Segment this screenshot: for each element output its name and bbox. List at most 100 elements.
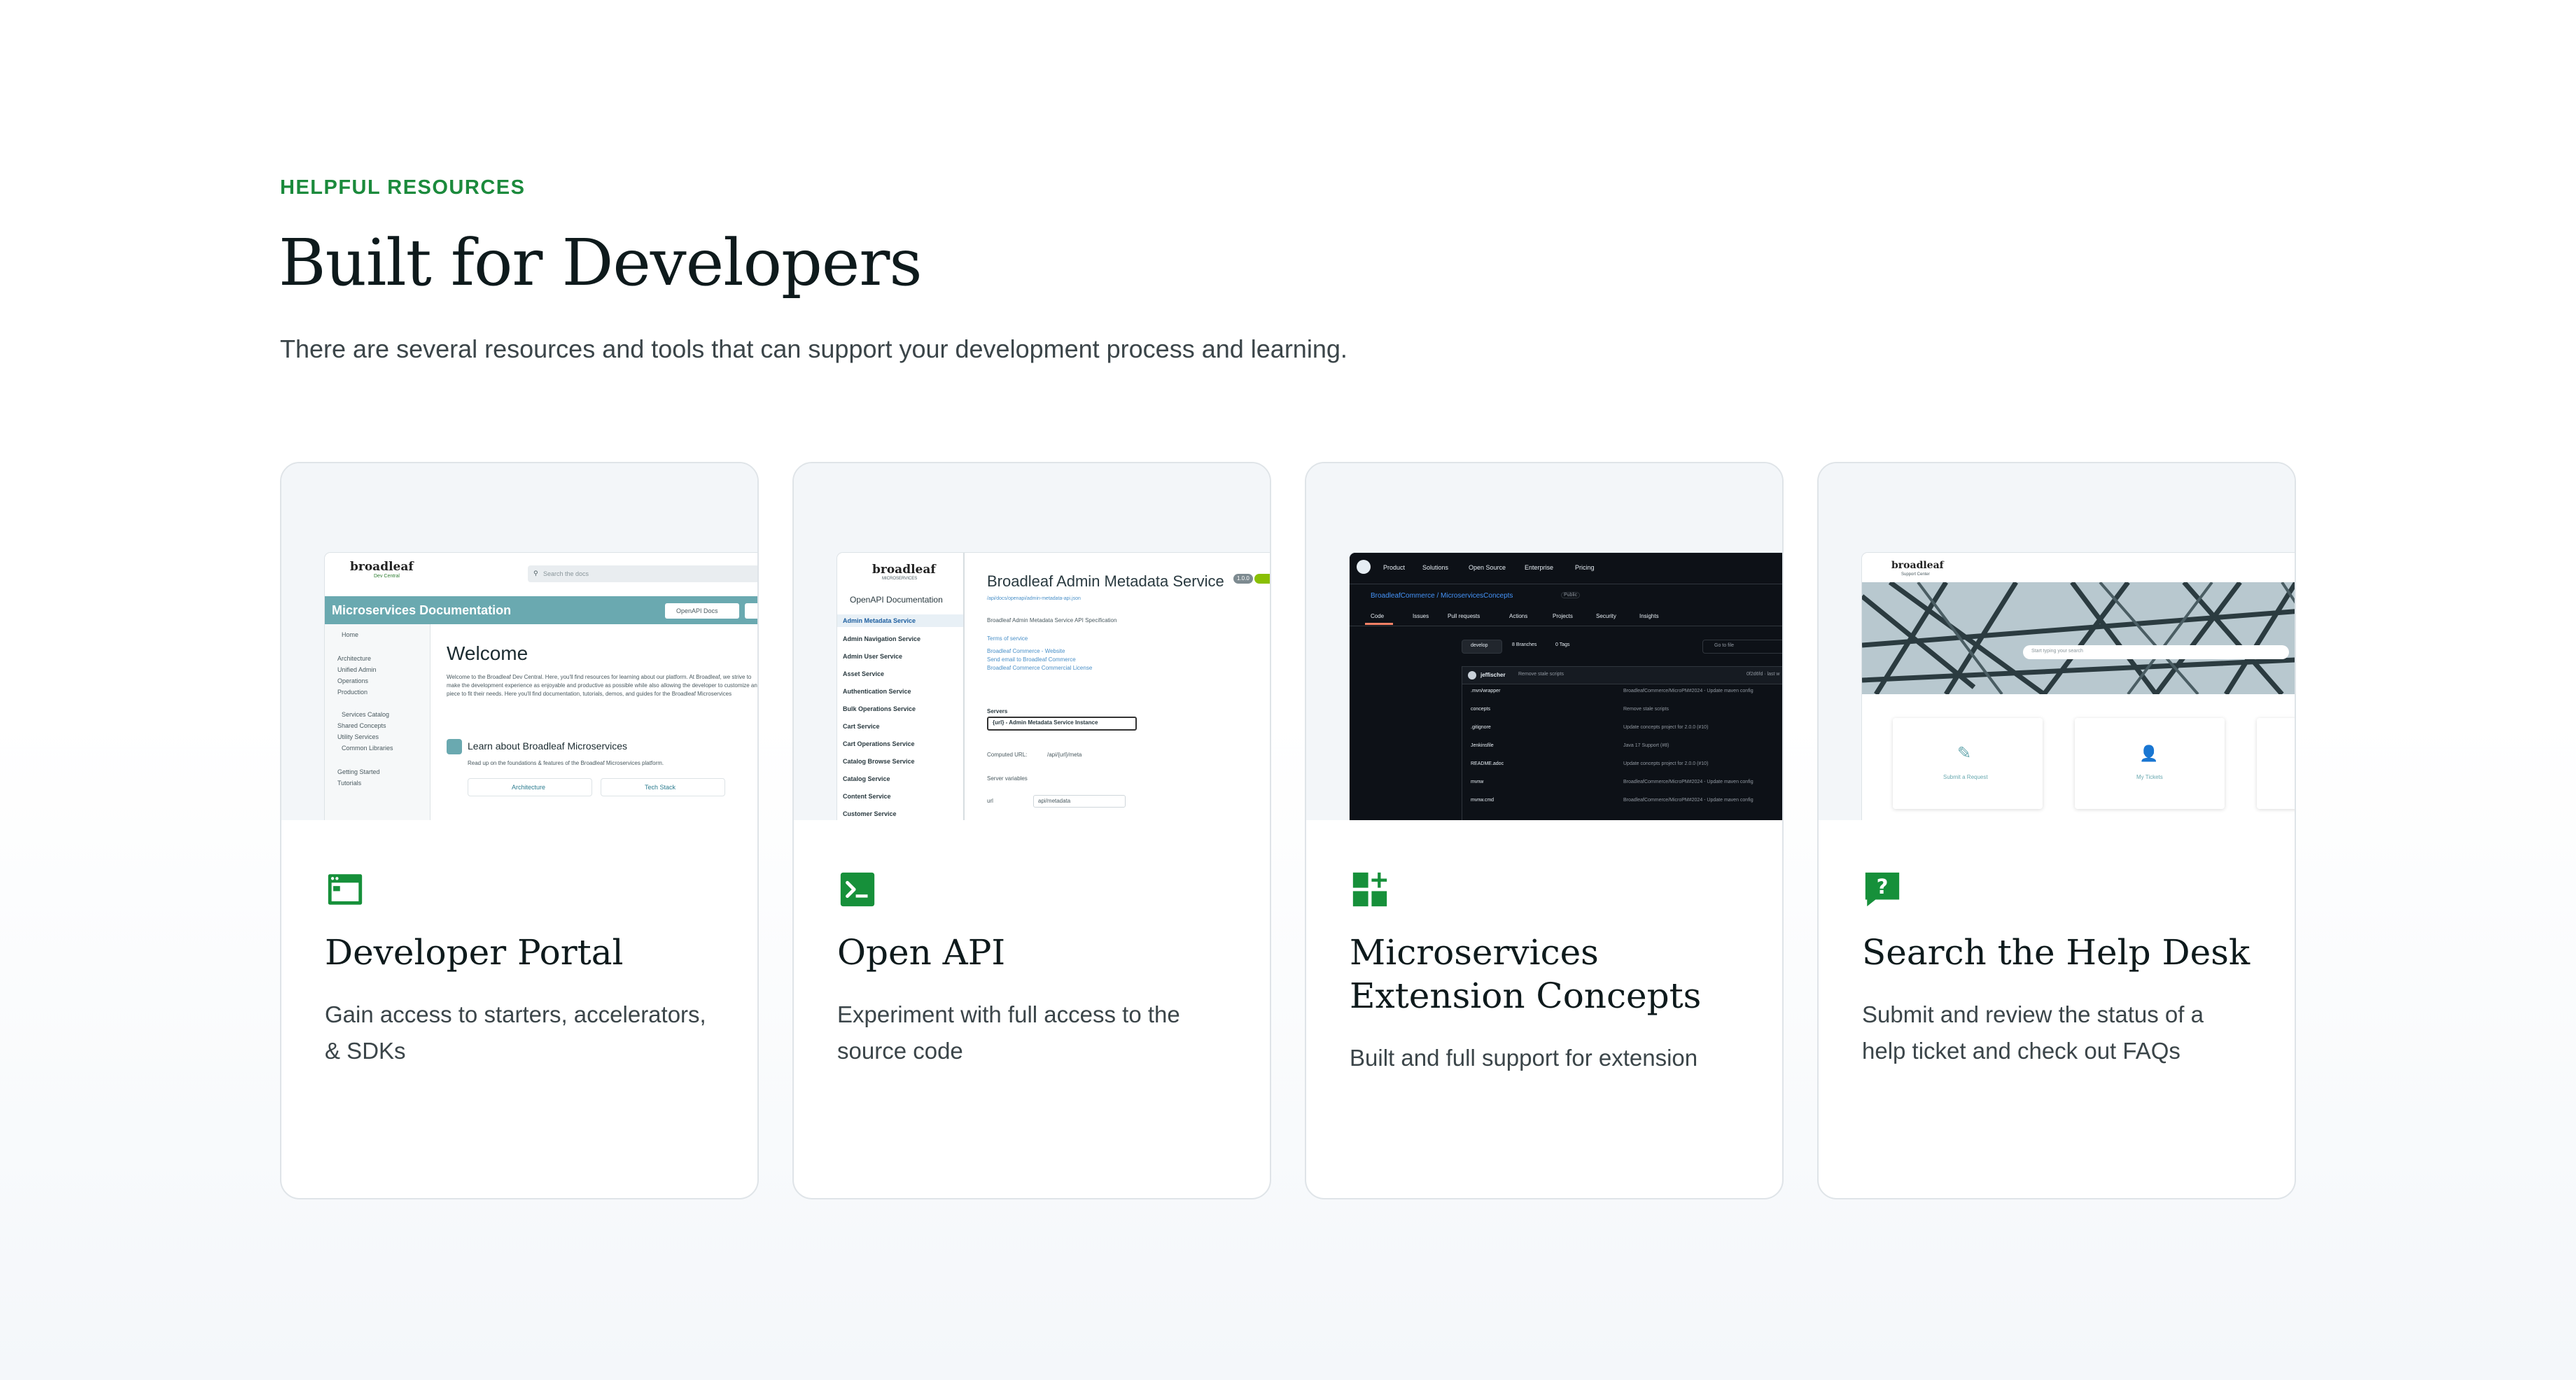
preview-link: Send email to Broadleaf Commerce [987,656,1076,663]
preview-nav-item: Admin Navigation Service [843,635,921,642]
file-commit-msg: Update concepts project for 2.0.0 (#10) [1623,761,1709,766]
preview-nav-item: Cart Service [843,723,880,730]
preview-nav-item: Catalog Service [843,775,890,782]
file-name: .gitignore [1471,725,1491,730]
preview-servers-label: Servers [987,708,1008,714]
preview-heading: Broadleaf Admin Metadata Service [987,572,1224,590]
preview-nav-item: Cart Operations Service [843,740,915,747]
preview-tags: 0 Tags [1555,642,1570,647]
preview-var-input: api/metadata [1033,795,1126,808]
preview-menu-item: Pricing [1575,564,1595,571]
developer-portal-card[interactable]: broadleaf Dev Central Search the docs ⚲ … [280,462,759,1199]
github-icon [1357,560,1371,574]
preview-computed-label: Computed URL: [987,752,1028,758]
card-title: Microservices Extension Concepts [1350,932,1702,1016]
preview-menu-item: Product [1383,564,1406,571]
preview-var-input-value: api/metadata [1038,798,1071,804]
preview-nav-item: Content Service [843,793,891,800]
goto-file-input: Go to file [1702,640,1782,654]
card-preview-area: Product Solutions Open Source Enterprise… [1306,463,1782,820]
preview-spec-desc: Broadleaf Admin Metadata Service API Spe… [987,617,1117,624]
preview-tab: Security [1596,613,1616,619]
preview-banner: Microservices Documentation OpenAPI Docs [325,596,757,624]
help-search-input: Start typing your search [2023,645,2289,659]
card-preview-area: broadleaf MICROSERVICES OpenAPI Document… [794,463,1270,820]
preview-nav-item: Production [337,689,368,696]
file-commit-msg: Remove stale scripts [1623,707,1669,712]
file-name: mvnw.cmd [1471,798,1494,803]
info-icon [447,739,462,754]
browser-window-icon [328,874,363,905]
preview-body: Welcome to the Broadleaf Dev Central. He… [447,674,757,697]
card-title: Developer Portal [325,932,624,973]
help-desk-screenshot: broadleaf Support Center Start typing yo… [1862,553,2295,820]
preview-nav-item: Shared Concepts [337,722,386,729]
help-desk-card[interactable]: broadleaf Support Center Start typing yo… [1817,462,2296,1199]
preview-link: Terms of service [987,635,1028,642]
preview-nav-item: Getting Started [337,768,380,775]
preview-link-label: Tech Stack [645,784,676,791]
preview-visibility-badge: Public [1561,592,1581,598]
file-name: .mvn/wrapper [1471,689,1501,693]
file-commit-msg: BroadleafCommerce/MicroPM#2024 - Update … [1623,798,1754,803]
preview-logo-sub: MICROSERVICES [882,577,918,581]
preview-banner-title: Microservices Documentation [332,603,512,617]
microservices-extension-concepts-card[interactable]: Product Solutions Open Source Enterprise… [1305,462,1784,1199]
preview-sidebar: broadleaf MICROSERVICES OpenAPI Document… [837,553,965,820]
preview-tab: Insights [1639,613,1659,619]
preview-tabs: Code Issues Pull requests Actions Projec… [1350,607,1782,626]
preview-tab: Pull requests [1448,613,1480,619]
preview-learn-sub: Read up on the foundations & features of… [468,760,664,766]
preview-learn-title: Learn about Broadleaf Microservices [468,740,628,752]
preview-sidebar: Home Architecture Unified Admin Operatio… [325,624,430,820]
preview-nav-item: Catalog Browse Service [843,758,915,765]
card-preview-area: broadleaf Dev Central Search the docs ⚲ … [281,463,757,820]
user-icon: 👤 [2139,745,2159,762]
section-eyebrow: HELPFUL RESOURCES [280,176,526,199]
preview-banner-button: OpenAPI Docs [665,603,739,619]
help-chat-icon: ? [1865,872,1900,907]
preview-tab: Actions [1509,613,1528,619]
developer-portal-screenshot: broadleaf Dev Central Search the docs ⚲ … [325,553,757,820]
preview-link-tile: Tech Stack [601,778,725,796]
preview-link: Broadleaf Commerce Commercial License [987,665,1093,671]
file-commit-msg: Java 17 Support (#8) [1623,743,1670,748]
extra-tile [2257,718,2295,809]
preview-banner-button-2 [745,603,757,619]
preview-search-placeholder: Search the docs [543,570,589,577]
preview-nav-item: Home [342,631,359,638]
card-description: Gain access to starters, accelerators, &… [325,1001,706,1064]
preview-nav-item: Common Libraries [342,745,393,752]
section-title: Built for Developers [279,225,923,300]
preview-var-name: url [987,798,993,804]
avatar [1468,671,1476,680]
preview-computed-value: /api/{url}/meta [1047,752,1082,758]
tile-label: Submit a Request [1943,774,1988,780]
preview-side-title: OpenAPI Documentation [850,595,943,605]
file-name: mvnw [1471,780,1484,784]
preview-server-select: {url} - Admin Metadata Service Instance [987,717,1137,731]
preview-logo: broadleaf [872,563,936,577]
preview-nav-item: Operations [337,677,369,684]
file-name: concepts [1471,707,1491,712]
my-tickets-tile: 👤 My Tickets [2075,718,2225,809]
preview-nav-item: Services Catalog [342,711,390,718]
help-search-placeholder: Start typing your search [2031,649,2083,654]
file-name: Jenkinsfile [1471,743,1494,748]
preview-nav-item: Tutorials [337,780,362,787]
card-description: Submit and review the status of a help t… [1862,1001,2204,1064]
card-description: Built and full support for extension [1350,1045,1698,1071]
preview-banner-button-label: OpenAPI Docs [676,607,718,614]
goto-file-placeholder: Go to file [1714,643,1735,648]
preview-logo-sub: Dev Central [374,574,400,579]
tile-label: My Tickets [2136,774,2163,780]
branch-select: develop [1462,640,1502,654]
file-commit-msg: BroadleafCommerce/MicroPM#2024 - Update … [1623,780,1754,784]
card-title: Open API [837,932,1006,973]
submit-request-tile: ✎ Submit a Request [1893,718,2043,809]
apps-add-icon [1352,872,1387,907]
open-api-card[interactable]: broadleaf MICROSERVICES OpenAPI Document… [792,462,1271,1199]
commit-author: jeffischer [1480,672,1506,678]
svg-text:?: ? [1877,875,1889,899]
oas-badge [1254,574,1270,584]
